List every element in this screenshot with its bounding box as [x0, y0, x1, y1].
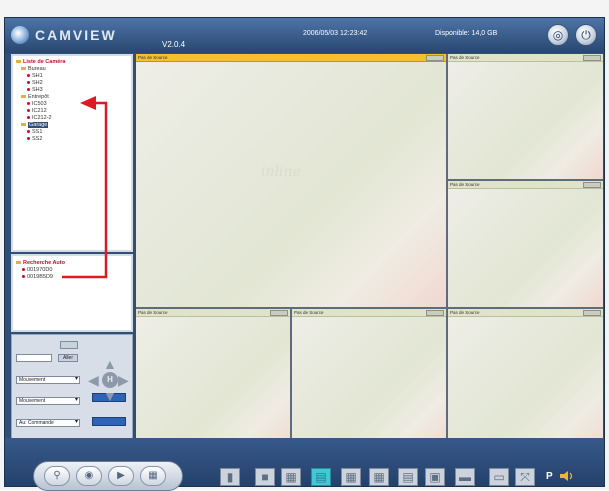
annotation-arrow	[62, 96, 108, 279]
camview-app: CAMVIEW V2.0.4 2006/05/03 12:23:42 Dispo…	[0, 0, 609, 491]
